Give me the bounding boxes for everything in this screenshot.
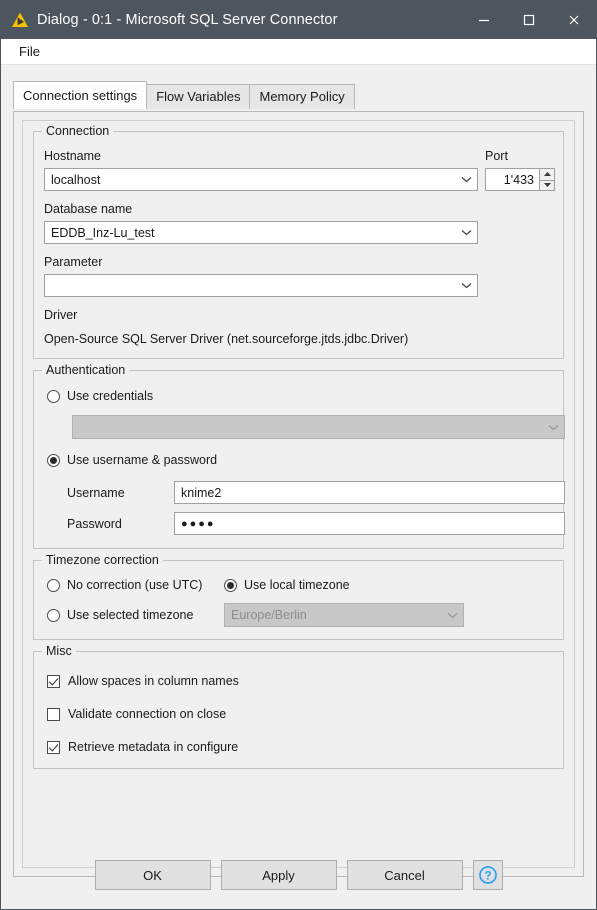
- checkbox-indicator: [47, 674, 60, 688]
- username-value: knime2: [181, 485, 222, 500]
- username-label: Username: [67, 486, 125, 500]
- checkbox-indicator: [47, 707, 60, 721]
- tab-flow-variables[interactable]: Flow Variables: [146, 84, 251, 109]
- chevron-down-icon[interactable]: [455, 282, 477, 289]
- connection-group-title: Connection: [42, 124, 114, 138]
- radio-indicator: [224, 578, 237, 592]
- menu-bar: File: [1, 39, 596, 65]
- no-correction-radio[interactable]: No correction (use UTC): [47, 578, 202, 592]
- cancel-button[interactable]: Cancel: [346, 860, 463, 890]
- port-stepper[interactable]: 1'433: [485, 168, 555, 191]
- password-input[interactable]: ●●●●: [174, 512, 565, 535]
- timezone-select: Europe/Berlin: [224, 603, 464, 627]
- svg-text:?: ?: [484, 870, 491, 882]
- tab-connection-settings[interactable]: Connection settings: [13, 81, 148, 109]
- knime-node-icon: [12, 12, 28, 27]
- misc-group-title: Misc: [42, 644, 76, 658]
- credentials-select: [72, 415, 565, 439]
- database-name-value: EDDB_Inz-Lu_test: [51, 225, 155, 240]
- authentication-group: Authentication Use credentials Use usern…: [33, 363, 565, 549]
- radio-indicator: [47, 578, 60, 592]
- radio-indicator: [47, 453, 60, 467]
- parameter-label: Parameter: [44, 255, 103, 269]
- use-selected-timezone-radio[interactable]: Use selected timezone: [47, 608, 193, 622]
- port-value[interactable]: 1'433: [485, 168, 539, 191]
- retrieve-metadata-label: Retrieve metadata in configure: [68, 740, 239, 754]
- port-decrement-button[interactable]: [539, 179, 555, 191]
- chevron-down-icon[interactable]: [455, 176, 477, 183]
- username-input[interactable]: knime2: [174, 481, 565, 504]
- password-value: ●●●●: [181, 517, 216, 530]
- hostname-label: Hostname: [44, 149, 101, 163]
- menu-item-file[interactable]: File: [13, 42, 46, 61]
- maximize-icon: [523, 14, 534, 26]
- parameter-input[interactable]: [44, 274, 478, 297]
- radio-indicator: [47, 389, 60, 403]
- chevron-down-icon: [542, 424, 564, 431]
- apply-button[interactable]: Apply: [220, 860, 337, 890]
- title-bar: Dialog - 0:1 - Microsoft SQL Server Conn…: [1, 1, 596, 39]
- chevron-down-icon[interactable]: [455, 229, 477, 236]
- authentication-group-title: Authentication: [42, 363, 130, 377]
- allow-spaces-checkbox[interactable]: Allow spaces in column names: [47, 674, 239, 688]
- port-label: Port: [485, 149, 508, 163]
- help-circle-icon: ?: [478, 866, 497, 884]
- connection-group: Connection Hostname Port localhost 1'433: [33, 124, 564, 359]
- port-spin-buttons: [539, 168, 555, 191]
- minimize-icon: [478, 19, 489, 22]
- validate-connection-label: Validate connection on close: [68, 707, 227, 721]
- use-username-password-radio[interactable]: Use username & password: [47, 453, 217, 467]
- database-name-label: Database name: [44, 202, 133, 216]
- dialog-body: Connection settings Flow Variables Memor…: [1, 66, 596, 909]
- port-increment-button[interactable]: [539, 168, 555, 180]
- driver-label: Driver: [44, 308, 78, 322]
- tab-strip: Connection settings Flow Variables Memor…: [13, 81, 584, 109]
- validate-connection-checkbox[interactable]: Validate connection on close: [47, 707, 226, 721]
- chevron-down-icon: [441, 612, 463, 619]
- use-username-password-label: Use username & password: [67, 453, 218, 467]
- close-icon: [569, 15, 578, 25]
- tab-memory-policy[interactable]: Memory Policy: [249, 84, 355, 109]
- window-title: Dialog - 0:1 - Microsoft SQL Server Conn…: [37, 12, 338, 28]
- minimize-button[interactable]: [461, 1, 506, 39]
- use-selected-timezone-label: Use selected timezone: [67, 608, 194, 622]
- hostname-value: localhost: [51, 172, 101, 187]
- timezone-group: Timezone correction No correction (use U…: [33, 553, 564, 640]
- dialog-button-row: OK Apply Cancel ?: [1, 860, 596, 890]
- help-button[interactable]: ?: [472, 860, 503, 890]
- hostname-input[interactable]: localhost: [44, 168, 478, 191]
- no-correction-label: No correction (use UTC): [67, 578, 203, 592]
- use-local-timezone-radio[interactable]: Use local timezone: [224, 578, 350, 592]
- password-label: Password: [67, 517, 122, 531]
- settings-scroll-area: Connection Hostname Port localhost 1'433: [22, 120, 575, 868]
- dialog-window: Dialog - 0:1 - Microsoft SQL Server Conn…: [0, 0, 597, 910]
- use-credentials-radio[interactable]: Use credentials: [47, 389, 153, 403]
- misc-group: Misc Allow spaces in column names Valida…: [33, 644, 564, 769]
- timezone-group-title: Timezone correction: [42, 553, 163, 567]
- driver-value: Open-Source SQL Server Driver (net.sourc…: [44, 332, 409, 346]
- ok-button[interactable]: OK: [94, 860, 211, 890]
- close-button[interactable]: [551, 1, 596, 39]
- use-credentials-label: Use credentials: [67, 389, 154, 403]
- checkbox-indicator: [47, 740, 60, 754]
- window-controls: [461, 1, 596, 39]
- tab-panel: Connection Hostname Port localhost 1'433: [13, 111, 584, 877]
- database-name-input[interactable]: EDDB_Inz-Lu_test: [44, 221, 478, 244]
- radio-indicator: [47, 608, 60, 622]
- retrieve-metadata-checkbox[interactable]: Retrieve metadata in configure: [47, 740, 238, 754]
- timezone-value: Europe/Berlin: [231, 608, 307, 622]
- maximize-button[interactable]: [506, 1, 551, 39]
- allow-spaces-label: Allow spaces in column names: [68, 674, 239, 688]
- use-local-timezone-label: Use local timezone: [244, 578, 350, 592]
